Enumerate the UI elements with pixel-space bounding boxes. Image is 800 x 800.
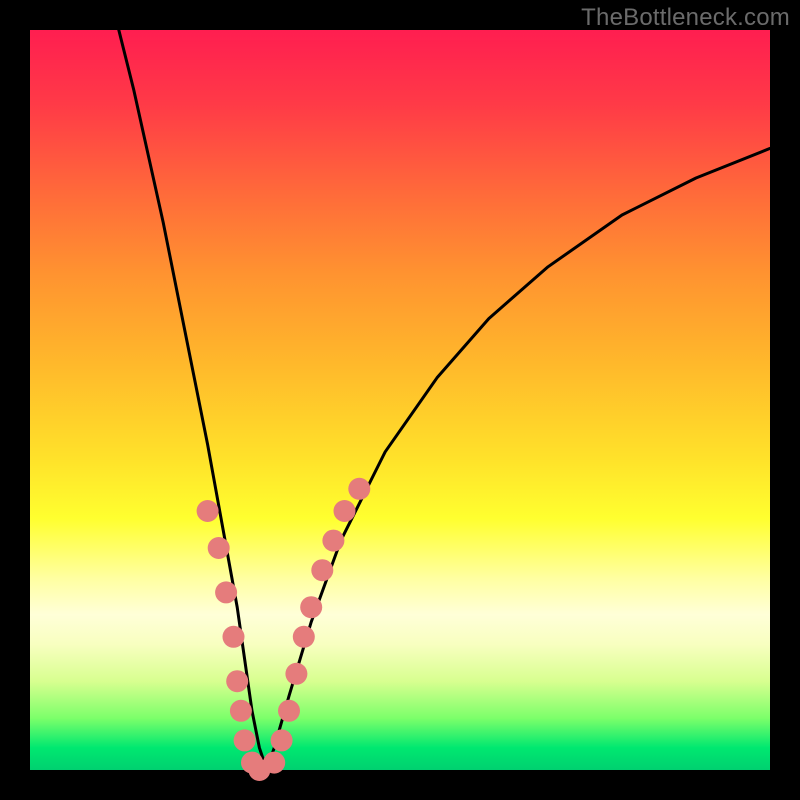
dot-dots-right bbox=[293, 626, 315, 648]
chart-layer bbox=[119, 30, 770, 781]
dot-dots-right bbox=[311, 559, 333, 581]
dot-dots-right bbox=[285, 663, 307, 685]
dot-dots-left bbox=[226, 670, 248, 692]
dot-dots-left bbox=[234, 729, 256, 751]
dot-dots-right bbox=[278, 700, 300, 722]
dot-dots-left bbox=[197, 500, 219, 522]
dot-dots-left bbox=[223, 626, 245, 648]
dot-dots-right bbox=[322, 530, 344, 552]
dot-dots-right bbox=[271, 729, 293, 751]
dot-dots-left bbox=[230, 700, 252, 722]
dot-dots-left bbox=[208, 537, 230, 559]
watermark-label: TheBottleneck.com bbox=[581, 4, 790, 32]
chart-svg bbox=[30, 30, 770, 770]
curve-bottleneck-curve bbox=[119, 30, 770, 770]
dot-dots-right bbox=[334, 500, 356, 522]
dot-dots-right bbox=[263, 752, 285, 774]
plot-area bbox=[30, 30, 770, 770]
dot-dots-left bbox=[215, 581, 237, 603]
dot-dots-right bbox=[348, 478, 370, 500]
dot-dots-right bbox=[300, 596, 322, 618]
chart-frame: TheBottleneck.com bbox=[0, 0, 800, 800]
